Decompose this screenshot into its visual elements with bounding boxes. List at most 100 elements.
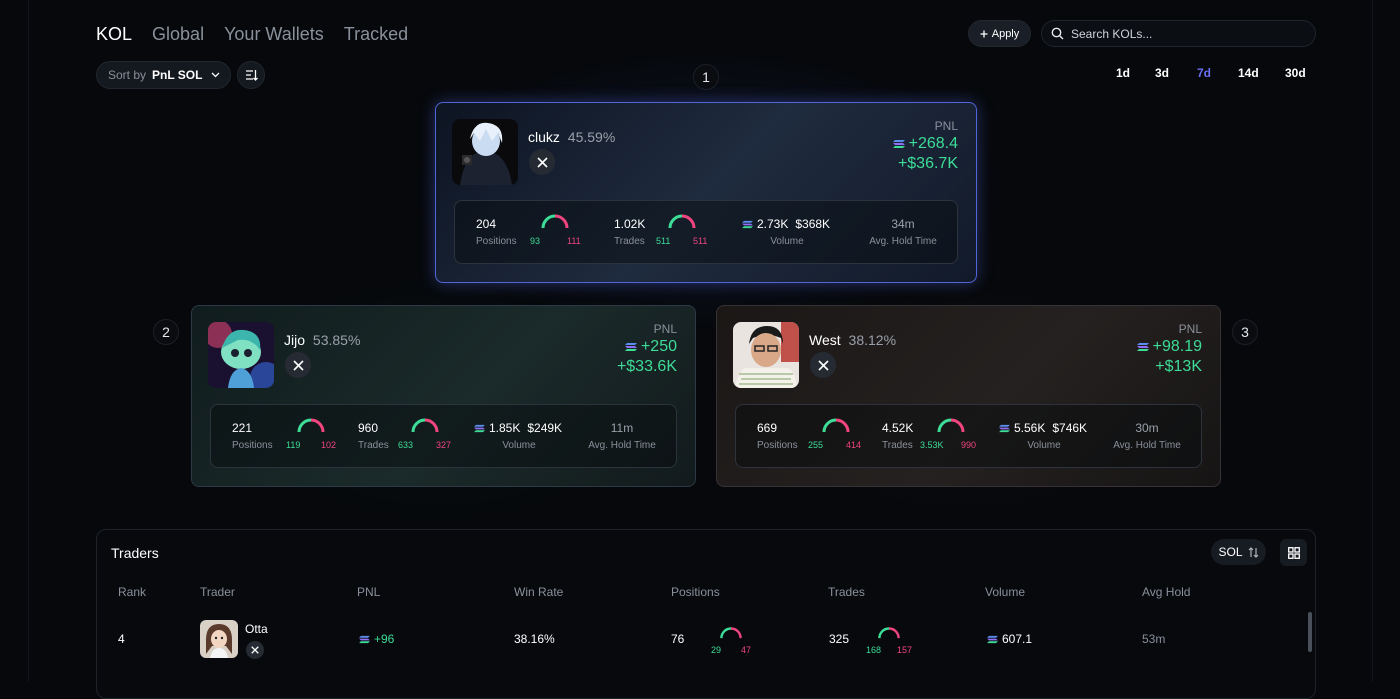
x-profile-button[interactable] bbox=[285, 352, 311, 378]
kol-card-rank-1[interactable]: clukz 45.59% PNL +268.4 +$36.7K 204 Posi… bbox=[435, 102, 977, 283]
positions-count: 221 bbox=[232, 421, 253, 435]
tab-tracked[interactable]: Tracked bbox=[344, 22, 408, 46]
col-header-volume[interactable]: Volume bbox=[985, 585, 1025, 599]
x-logo-icon bbox=[292, 359, 304, 371]
positions-gauge-icon bbox=[541, 214, 569, 229]
pnl-usd: +$33.6K bbox=[616, 358, 677, 375]
solana-icon bbox=[624, 343, 637, 351]
positions-label: Positions bbox=[476, 236, 517, 247]
row-win-rate: 38.16% bbox=[514, 632, 555, 646]
tab-kol[interactable]: KOL bbox=[96, 22, 132, 46]
volume-usd: $746K bbox=[1052, 421, 1088, 435]
col-header-trades[interactable]: Trades bbox=[828, 585, 865, 599]
trades-count: 4.52K bbox=[882, 421, 914, 435]
row-rank: 4 bbox=[118, 632, 125, 646]
positions-wins: 255 bbox=[808, 440, 824, 450]
tab-global[interactable]: Global bbox=[152, 22, 204, 46]
kol-win-rate: 45.59% bbox=[567, 129, 616, 145]
grid-view-button[interactable] bbox=[1280, 539, 1307, 566]
x-profile-button[interactable] bbox=[246, 641, 264, 659]
pnl-block: PNL +250 +$33.6K bbox=[617, 322, 677, 376]
pnl-usd: +$13K bbox=[1155, 358, 1202, 375]
row-pnl-cell: +96 bbox=[359, 632, 394, 646]
period-1d[interactable]: 1d bbox=[1116, 66, 1130, 80]
sort-direction-icon bbox=[245, 70, 258, 81]
solana-icon bbox=[1136, 343, 1149, 351]
pnl-sol-row: +250 bbox=[617, 338, 677, 356]
positions-losses: 111 bbox=[567, 236, 581, 246]
hold-time-label: Avg. Hold Time bbox=[869, 236, 937, 247]
pnl-sol: +98.19 bbox=[1152, 338, 1202, 355]
positions-wins: 119 bbox=[286, 440, 301, 450]
x-logo-icon bbox=[536, 156, 548, 168]
col-header-win-rate[interactable]: Win Rate bbox=[514, 585, 563, 599]
kol-name[interactable]: clukz bbox=[528, 129, 560, 145]
row-trader-name[interactable]: Otta bbox=[245, 622, 268, 636]
pnl-block: PNL +268.4 +$36.7K bbox=[892, 119, 958, 173]
kol-name[interactable]: West bbox=[809, 332, 841, 348]
main-nav: KOL Global Your Wallets Tracked bbox=[96, 22, 408, 46]
swap-arrows-icon bbox=[1248, 546, 1258, 558]
period-selector: 1d 3d 7d 14d 30d bbox=[1100, 66, 1320, 84]
row-avg-hold: 53m bbox=[1142, 632, 1166, 646]
period-14d[interactable]: 14d bbox=[1238, 66, 1259, 80]
row-pnl: +96 bbox=[374, 632, 395, 646]
volume-usd: $368K bbox=[795, 217, 831, 231]
kol-name-row: West 38.12% bbox=[809, 332, 896, 348]
x-logo-icon bbox=[817, 359, 829, 371]
table-scrollbar[interactable] bbox=[1308, 612, 1312, 652]
period-3d[interactable]: 3d bbox=[1155, 66, 1169, 80]
solana-icon bbox=[892, 140, 905, 148]
trades-gauge-icon bbox=[411, 418, 439, 433]
tab-your-wallets[interactable]: Your Wallets bbox=[224, 22, 324, 46]
trades-gauge-icon bbox=[878, 627, 900, 639]
kol-card-rank-2[interactable]: Jijo 53.85% PNL +250 +$33.6K 221 Positio… bbox=[191, 305, 696, 487]
x-profile-button[interactable] bbox=[529, 149, 555, 175]
trades-buys: 3.53K bbox=[920, 440, 944, 450]
positions-count: 669 bbox=[757, 421, 778, 435]
col-header-positions[interactable]: Positions bbox=[671, 585, 720, 599]
trades-sells: 327 bbox=[436, 440, 452, 450]
positions-losses: 102 bbox=[321, 440, 337, 450]
period-30d[interactable]: 30d bbox=[1285, 66, 1306, 80]
hold-time-label: Avg. Hold Time bbox=[588, 440, 656, 451]
col-header-pnl[interactable]: PNL bbox=[357, 585, 380, 599]
col-header-trader[interactable]: Trader bbox=[200, 585, 235, 599]
search-input[interactable] bbox=[1071, 26, 1301, 41]
kol-card-rank-3[interactable]: West 38.12% PNL +98.19 +$13K 669 Positio… bbox=[716, 305, 1221, 487]
currency-label: SOL bbox=[1218, 545, 1243, 559]
pnl-sol-row: +268.4 bbox=[892, 135, 958, 153]
apply-button[interactable]: Apply bbox=[968, 20, 1031, 47]
trades-sells: 990 bbox=[961, 440, 977, 450]
pnl-label: PNL bbox=[1178, 322, 1202, 336]
sort-value: PnL SOL bbox=[152, 68, 203, 82]
avatar bbox=[200, 620, 238, 658]
sort-dropdown[interactable]: Sort by PnL SOL bbox=[96, 61, 231, 89]
row-volume: 607.1 bbox=[1002, 632, 1033, 646]
stats-panel: 669 Positions 255 414 4.52K Trades 3.53K… bbox=[735, 404, 1202, 468]
pnl-sol: +268.4 bbox=[908, 135, 958, 152]
trades-buys: 633 bbox=[398, 440, 414, 450]
volume-sol: 5.56K bbox=[1014, 421, 1046, 435]
kol-win-rate: 53.85% bbox=[312, 332, 361, 348]
volume-row: 2.73K $368K bbox=[742, 217, 830, 231]
solana-icon bbox=[359, 635, 370, 643]
volume-sol: 1.85K bbox=[489, 421, 521, 435]
kol-name[interactable]: Jijo bbox=[284, 332, 305, 348]
currency-toggle-button[interactable]: SOL bbox=[1211, 539, 1266, 565]
solana-icon bbox=[474, 424, 485, 432]
solana-icon bbox=[999, 424, 1010, 432]
period-7d[interactable]: 7d bbox=[1197, 66, 1211, 80]
volume-label: Volume bbox=[770, 236, 804, 247]
pnl-sol: +250 bbox=[640, 338, 677, 355]
sort-direction-button[interactable] bbox=[237, 61, 265, 89]
volume-label: Volume bbox=[502, 440, 536, 451]
kol-win-rate: 38.12% bbox=[848, 332, 897, 348]
col-header-rank[interactable]: Rank bbox=[118, 585, 146, 599]
rank-badge-1: 1 bbox=[693, 64, 719, 90]
stats-panel: 204 Positions 93 111 1.02K Trades 511 51… bbox=[454, 200, 958, 264]
trades-count: 960 bbox=[358, 421, 379, 435]
x-profile-button[interactable] bbox=[810, 352, 836, 378]
col-header-avg-hold[interactable]: Avg Hold bbox=[1142, 585, 1190, 599]
page-border-right bbox=[1372, 0, 1373, 682]
